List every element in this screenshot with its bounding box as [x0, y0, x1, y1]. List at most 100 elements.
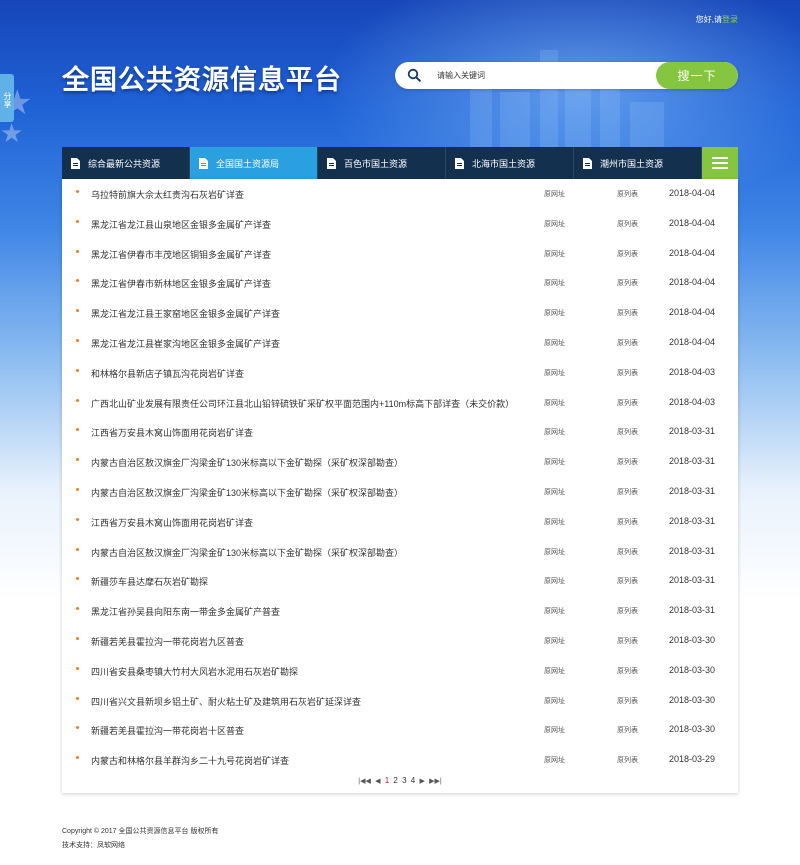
list-item: 乌拉特前旗大佘太红贵沟石灰岩矿详查 原网址 原列表 2018-04-04: [62, 179, 738, 209]
source-link[interactable]: 原网址: [544, 636, 565, 646]
item-date: 2018-03-31: [668, 605, 715, 616]
source-link[interactable]: 原网址: [544, 427, 565, 437]
item-title-link[interactable]: 和林格尔县新店子镇瓦沟花岗岩矿详查: [91, 367, 244, 380]
source-link[interactable]: 原网址: [544, 308, 565, 318]
list-link[interactable]: 原列表: [617, 249, 638, 259]
tab-chaozhou-land[interactable]: 潮州市国土资源: [574, 147, 702, 179]
list-link[interactable]: 原列表: [617, 517, 638, 527]
list-item: 江西省万安县木窝山饰面用花岗岩矿详查 原网址 原列表 2018-03-31: [62, 417, 738, 447]
item-title-link[interactable]: 内蒙古自治区敖汉旗金厂沟梁金矿130米标高以下金矿勘探（采矿权深部勘查）: [91, 456, 403, 469]
bullet-icon: [76, 190, 79, 193]
list-link[interactable]: 原列表: [617, 189, 638, 199]
page-link-2[interactable]: 2: [393, 776, 397, 785]
source-link[interactable]: 原网址: [544, 755, 565, 765]
list-link[interactable]: 原列表: [617, 487, 638, 497]
page-link-3[interactable]: 3: [402, 776, 406, 785]
login-bar: 您好,请登录: [696, 14, 738, 25]
item-title-link[interactable]: 黑龙江省龙江县崔家沟地区金银多金属矿产详查: [91, 337, 280, 350]
list-link[interactable]: 原列表: [617, 278, 638, 288]
list-link[interactable]: 原列表: [617, 696, 638, 706]
list-link[interactable]: 原列表: [617, 427, 638, 437]
tab-label: 潮州市国土资源: [600, 158, 664, 169]
search-input[interactable]: [437, 62, 647, 89]
menu-button[interactable]: [702, 147, 738, 179]
list-link[interactable]: 原列表: [617, 457, 638, 467]
item-date: 2018-03-29: [668, 754, 715, 765]
item-title-link[interactable]: 黑龙江省龙江县王家窑地区金银多金属矿产详查: [91, 307, 280, 320]
source-link[interactable]: 原网址: [544, 487, 565, 497]
source-link[interactable]: 原网址: [544, 696, 565, 706]
source-link[interactable]: 原网址: [544, 338, 565, 348]
source-link[interactable]: 原网址: [544, 398, 565, 408]
item-date: 2018-03-31: [668, 545, 715, 556]
source-link[interactable]: 原网址: [544, 725, 565, 735]
item-title-link[interactable]: 新疆莎车县达摩石灰岩矿勘探: [91, 575, 208, 588]
list-link[interactable]: 原列表: [617, 606, 638, 616]
list-link[interactable]: 原列表: [617, 547, 638, 557]
item-title-link[interactable]: 内蒙古自治区敖汉旗金厂沟梁金矿130米标高以下金矿勘探（采矿权深部勘查）: [91, 486, 403, 499]
item-date: 2018-03-31: [668, 426, 715, 437]
item-date: 2018-04-03: [668, 366, 715, 377]
item-title-link[interactable]: 黑龙江省伊春市新林地区金银多金属矿产详查: [91, 277, 271, 290]
item-title-link[interactable]: 黑龙江省孙吴县向阳东南一带金多金属矿产普查: [91, 605, 280, 618]
share-tab[interactable]: 分享: [0, 74, 14, 122]
item-title-link[interactable]: 内蒙古和林格尔县羊群沟乡二十九号花岗岩矿详查: [91, 754, 289, 767]
source-link[interactable]: 原网址: [544, 517, 565, 527]
source-link[interactable]: 原网址: [544, 189, 565, 199]
list-link[interactable]: 原列表: [617, 368, 638, 378]
list-link[interactable]: 原列表: [617, 338, 638, 348]
list-link[interactable]: 原列表: [617, 666, 638, 676]
bullet-icon: [76, 577, 79, 581]
tab-beihai-land[interactable]: 北海市国土资源: [446, 147, 574, 179]
item-title-link[interactable]: 新疆若羌县霍拉沟一带花岗岩十区普查: [91, 724, 244, 737]
list-item: 新疆莎车县达摩石灰岩矿勘探 原网址 原列表 2018-03-31: [62, 566, 738, 596]
item-title-link[interactable]: 四川省安县桑枣镇大竹村大风岩水泥用石灰岩矿勘探: [91, 665, 298, 678]
document-icon: [327, 157, 336, 169]
item-title-link[interactable]: 新疆若羌县霍拉沟一带花岗岩九区普查: [91, 635, 244, 648]
list-link[interactable]: 原列表: [617, 219, 638, 229]
item-title-link[interactable]: 江西省万安县木窝山饰面用花岗岩矿详查: [91, 516, 253, 529]
source-link[interactable]: 原网址: [544, 666, 565, 676]
item-title-link[interactable]: 四川省兴文县新坝乡铝土矿、耐火粘土矿及建筑用石灰岩矿延深详查: [91, 695, 361, 708]
list-link[interactable]: 原列表: [617, 398, 638, 408]
item-title-link[interactable]: 乌拉特前旗大佘太红贵沟石灰岩矿详查: [91, 188, 244, 201]
item-title-link[interactable]: 江西省万安县木窝山饰面用花岗岩矿详查: [91, 426, 253, 439]
tab-baise-land[interactable]: 百色市国土资源: [318, 147, 446, 179]
source-link[interactable]: 原网址: [544, 576, 565, 586]
list-item: 内蒙古自治区敖汉旗金厂沟梁金矿130米标高以下金矿勘探（采矿权深部勘查） 原网址 原…: [62, 537, 738, 567]
list-link[interactable]: 原列表: [617, 576, 638, 586]
login-link[interactable]: 登录: [722, 15, 738, 24]
bullet-icon: [76, 666, 79, 670]
page-link-1[interactable]: 1: [385, 776, 389, 785]
search-button[interactable]: 搜一下: [656, 62, 738, 89]
item-title-link[interactable]: 广西北山矿业发展有限责任公司环江县北山铅锌硫铁矿采矿权平面范围内+110m标高下…: [91, 397, 514, 410]
source-link[interactable]: 原网址: [544, 278, 565, 288]
tab-comprehensive[interactable]: 综合最新公共资源: [62, 147, 190, 179]
star-icon: ★: [0, 118, 24, 148]
list-link[interactable]: 原列表: [617, 755, 638, 765]
source-link[interactable]: 原网址: [544, 368, 565, 378]
source-link[interactable]: 原网址: [544, 606, 565, 616]
list-item: 内蒙古和林格尔县羊群沟乡二十九号花岗岩矿详查 原网址 原列表 2018-03-29: [62, 745, 738, 775]
item-date: 2018-03-30: [668, 694, 715, 705]
item-title-link[interactable]: 黑龙江省龙江县山泉地区金银多金属矿产详查: [91, 218, 271, 231]
first-page-button[interactable]: |◀◀: [358, 778, 371, 785]
tech-support-text: 技术支持：凤软网络: [62, 842, 125, 849]
source-link[interactable]: 原网址: [544, 457, 565, 467]
prev-page-button[interactable]: ◀: [375, 778, 380, 785]
list-link[interactable]: 原列表: [617, 308, 638, 318]
source-link[interactable]: 原网址: [544, 547, 565, 557]
item-date: 2018-04-03: [668, 396, 715, 407]
item-date: 2018-04-04: [668, 217, 715, 228]
list-link[interactable]: 原列表: [617, 725, 638, 735]
item-title-link[interactable]: 内蒙古自治区敖汉旗金厂沟梁金矿130米标高以下金矿勘探（采矿权深部勘查）: [91, 546, 403, 559]
page-link-4[interactable]: 4: [411, 776, 415, 785]
source-link[interactable]: 原网址: [544, 249, 565, 259]
bullet-icon: [76, 547, 79, 551]
last-page-button[interactable]: ▶▶|: [429, 778, 442, 785]
source-link[interactable]: 原网址: [544, 219, 565, 229]
item-title-link[interactable]: 黑龙江省伊春市丰茂地区铜钼多金属矿产详查: [91, 248, 271, 261]
list-link[interactable]: 原列表: [617, 636, 638, 646]
tab-national-land[interactable]: 全国国土资源局: [190, 147, 318, 179]
next-page-button[interactable]: ▶: [419, 778, 424, 785]
